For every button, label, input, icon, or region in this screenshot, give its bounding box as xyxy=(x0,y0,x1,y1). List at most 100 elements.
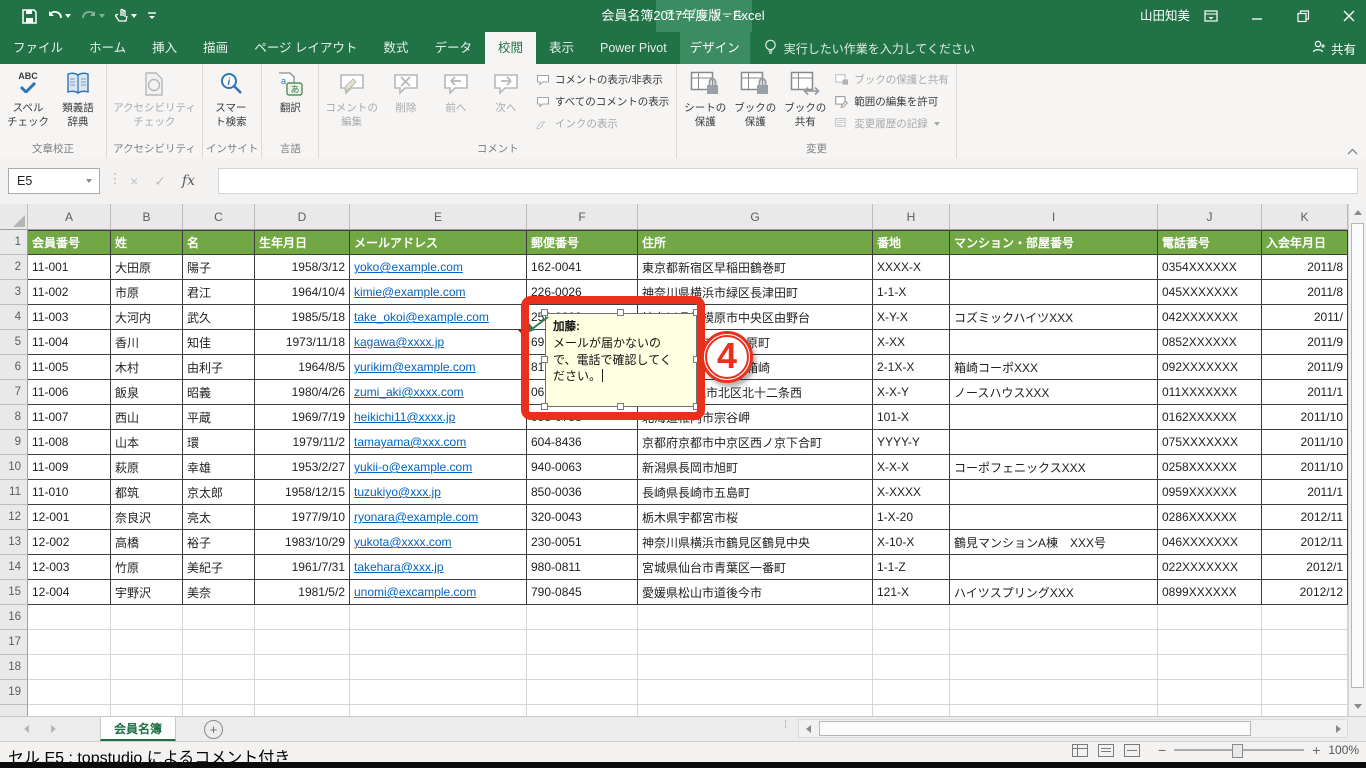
cell-D20[interactable] xyxy=(255,705,350,716)
email-link[interactable]: yoko@example.com xyxy=(354,260,463,274)
cell-E18[interactable] xyxy=(350,655,527,680)
row-header-6[interactable]: 6 xyxy=(0,355,28,380)
touch-mode-icon[interactable] xyxy=(115,8,137,24)
row-header-9[interactable]: 9 xyxy=(0,430,28,455)
cell-D19[interactable] xyxy=(255,680,350,705)
cell-G9[interactable]: 京都府京都市中京区西ノ京下合町 xyxy=(638,430,873,455)
share-button[interactable]: 共有 xyxy=(1312,32,1356,64)
cell-J13[interactable]: 046XXXXXXX xyxy=(1158,530,1262,555)
cell-J14[interactable]: 022XXXXXXX xyxy=(1158,555,1262,580)
ribbon-tab-view[interactable]: 表示 xyxy=(536,32,587,64)
cell-K10[interactable]: 2011/10 xyxy=(1262,455,1348,480)
cell-E9[interactable]: tamayama@xxx.com xyxy=(350,430,527,455)
cell-B2[interactable]: 大田原 xyxy=(111,255,183,280)
cell-C19[interactable] xyxy=(183,680,255,705)
cell-G10[interactable]: 新潟県長岡市旭町 xyxy=(638,455,873,480)
cell-B14[interactable]: 竹原 xyxy=(111,555,183,580)
cell-E19[interactable] xyxy=(350,680,527,705)
undo-icon[interactable] xyxy=(47,10,71,23)
column-header-E[interactable]: E xyxy=(350,204,527,230)
cell-K6[interactable]: 2011/9 xyxy=(1262,355,1348,380)
cell-H11[interactable]: X-XXXX xyxy=(873,480,950,505)
cell-A13[interactable]: 12-002 xyxy=(28,530,111,555)
cell-G20[interactable] xyxy=(638,705,873,716)
cell-E6[interactable]: yurikim@example.com xyxy=(350,355,527,380)
cell-I6[interactable]: 箱崎コーポXXX xyxy=(950,355,1158,380)
row-header-19[interactable]: 19 xyxy=(0,680,28,705)
cell-C6[interactable]: 由利子 xyxy=(183,355,255,380)
cell-K20[interactable] xyxy=(1262,705,1348,716)
cell-F11[interactable]: 850-0036 xyxy=(527,480,638,505)
row-header-13[interactable]: 13 xyxy=(0,530,28,555)
normal-view-icon[interactable] xyxy=(1072,744,1088,757)
cell-F12[interactable]: 320-0043 xyxy=(527,505,638,530)
cell-H3[interactable]: 1-1-X xyxy=(873,280,950,305)
cell-D13[interactable]: 1983/10/29 xyxy=(255,530,350,555)
save-icon[interactable] xyxy=(22,8,37,24)
page-layout-view-icon[interactable] xyxy=(1098,744,1114,757)
cell-B16[interactable] xyxy=(111,605,183,630)
cell-C3[interactable]: 君江 xyxy=(183,280,255,305)
row-header-15[interactable]: 15 xyxy=(0,580,28,605)
cell-K14[interactable]: 2012/1 xyxy=(1262,555,1348,580)
scroll-right-icon[interactable] xyxy=(1331,721,1345,736)
ribbon-tab-draw[interactable]: 描画 xyxy=(190,32,241,64)
cell-H16[interactable] xyxy=(873,605,950,630)
minimize-button[interactable] xyxy=(1240,0,1274,32)
cell-D8[interactable]: 1969/7/19 xyxy=(255,405,350,430)
cell-E4[interactable]: take_okoi@example.com xyxy=(350,305,527,330)
new-sheet-button[interactable]: + xyxy=(204,720,223,739)
cell-K19[interactable] xyxy=(1262,680,1348,705)
cell-E15[interactable]: unomi@excample.com xyxy=(350,580,527,605)
cell-E5[interactable]: kagawa@xxxx.jp xyxy=(350,330,527,355)
cell-A6[interactable]: 11-005 xyxy=(28,355,111,380)
ribbon-display-options-icon[interactable] xyxy=(1194,0,1228,32)
cell-H8[interactable]: 101-X xyxy=(873,405,950,430)
cell-K3[interactable]: 2011/8 xyxy=(1262,280,1348,305)
cell-C7[interactable]: 昭義 xyxy=(183,380,255,405)
cell-A18[interactable] xyxy=(28,655,111,680)
next-sheet-icon[interactable] xyxy=(51,724,56,733)
cell-G12[interactable]: 栃木県宇都宮市桜 xyxy=(638,505,873,530)
cell-A7[interactable]: 11-006 xyxy=(28,380,111,405)
cell-I10[interactable]: コーポフェニックスXXX xyxy=(950,455,1158,480)
cell-I13[interactable]: 鶴見マンションA棟 XXX号 xyxy=(950,530,1158,555)
cell-G1[interactable]: 住所 xyxy=(638,230,873,255)
cell-J1[interactable]: 電話番号 xyxy=(1158,230,1262,255)
column-header-K[interactable]: K xyxy=(1262,204,1348,230)
ribbon-tab-design[interactable]: デザイン xyxy=(679,32,750,64)
row-header-7[interactable]: 7 xyxy=(0,380,28,405)
cell-K9[interactable]: 2011/10 xyxy=(1262,430,1348,455)
cell-I19[interactable] xyxy=(950,680,1158,705)
cell-D10[interactable]: 1953/2/27 xyxy=(255,455,350,480)
row-header-12[interactable]: 12 xyxy=(0,505,28,530)
vertical-scrollbar[interactable] xyxy=(1348,204,1366,716)
cell-I20[interactable] xyxy=(950,705,1158,716)
cell-B10[interactable]: 萩原 xyxy=(111,455,183,480)
cell-C17[interactable] xyxy=(183,630,255,655)
cell-G16[interactable] xyxy=(638,605,873,630)
cell-J12[interactable]: 0286XXXXXX xyxy=(1158,505,1262,530)
cell-A12[interactable]: 12-001 xyxy=(28,505,111,530)
cell-E8[interactable]: heikichi11@xxxx.jp xyxy=(350,405,527,430)
cell-G2[interactable]: 東京都新宿区早稲田鶴巻町 xyxy=(638,255,873,280)
cell-F1[interactable]: 郵便番号 xyxy=(527,230,638,255)
ribbon-tab-page-layout[interactable]: ページ レイアウト xyxy=(241,32,370,64)
cell-A14[interactable]: 12-003 xyxy=(28,555,111,580)
cell-J4[interactable]: 042XXXXXXX xyxy=(1158,305,1262,330)
cell-K18[interactable] xyxy=(1262,655,1348,680)
cell-H4[interactable]: X-Y-X xyxy=(873,305,950,330)
ribbon-button-protect-sheet[interactable]: シートの 保護 xyxy=(680,66,730,141)
cell-E11[interactable]: tuzukiyo@xxx.jp xyxy=(350,480,527,505)
cell-H2[interactable]: XXXX-X xyxy=(873,255,950,280)
cell-F20[interactable] xyxy=(527,705,638,716)
cell-B19[interactable] xyxy=(111,680,183,705)
cell-H15[interactable]: 121-X xyxy=(873,580,950,605)
row-header-18[interactable]: 18 xyxy=(0,655,28,680)
cell-G13[interactable]: 神奈川県横浜市鶴見区鶴見中央 xyxy=(638,530,873,555)
cell-D3[interactable]: 1964/10/4 xyxy=(255,280,350,305)
cell-H9[interactable]: YYYY-Y xyxy=(873,430,950,455)
column-header-C[interactable]: C xyxy=(183,204,255,230)
cell-I12[interactable] xyxy=(950,505,1158,530)
cell-K16[interactable] xyxy=(1262,605,1348,630)
